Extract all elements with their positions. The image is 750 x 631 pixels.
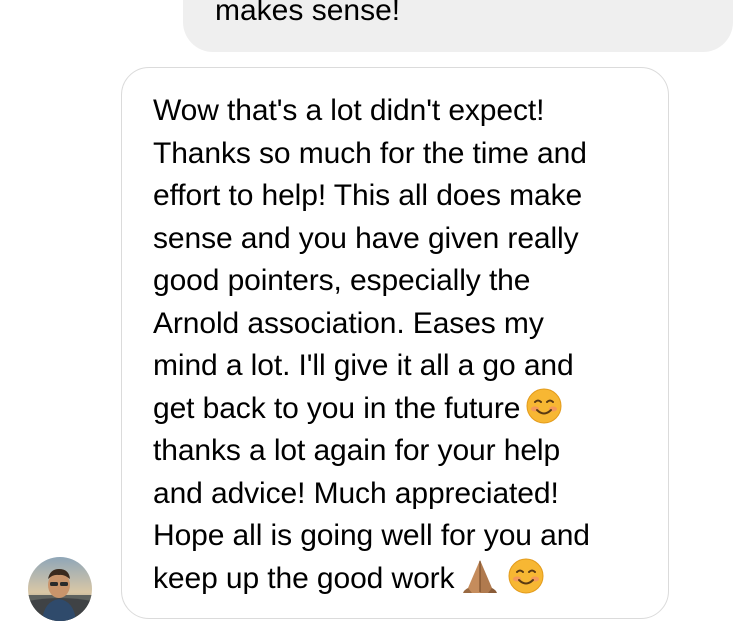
message-line: Thanks so much for the time and	[153, 136, 587, 170]
message-line: Wow that's a lot didn't expect!	[153, 94, 545, 127]
sent-message-bubble[interactable]: makes sense!	[183, 0, 733, 52]
message-line-with-emoji: get back to you in the future	[153, 388, 653, 431]
received-message-bubble[interactable]: Wow that's a lot didn't expect! Thanks s…	[121, 67, 669, 619]
smiling-face-emoji-icon	[508, 558, 544, 593]
received-message-text: Wow that's a lot didn't expect! Thanks s…	[153, 90, 653, 600]
message-line: Hope all is going well for you and	[153, 519, 590, 552]
message-line: sense and you have given really	[153, 221, 579, 255]
message-line: effort to help! This all does make	[153, 179, 583, 212]
message-line: good pointers, especially the	[153, 264, 531, 297]
message-line: thanks a lot again for your help	[153, 434, 561, 467]
folded-hands-emoji-icon	[463, 559, 498, 593]
message-line-with-emoji: keep up the good work	[153, 558, 653, 601]
message-line: and advice! Much appreciated!	[153, 476, 559, 510]
sent-message-text: makes sense!	[215, 0, 401, 27]
message-line: Arnold association. Eases my	[153, 306, 544, 340]
profile-photo-icon	[28, 557, 92, 621]
message-line-text: get back to you in the future	[153, 391, 521, 425]
smiling-face-emoji-icon	[526, 388, 562, 423]
sender-avatar[interactable]	[28, 557, 92, 621]
message-line-text: keep up the good work	[153, 561, 455, 595]
message-line: mind a lot. I'll give it all a go and	[153, 349, 574, 382]
